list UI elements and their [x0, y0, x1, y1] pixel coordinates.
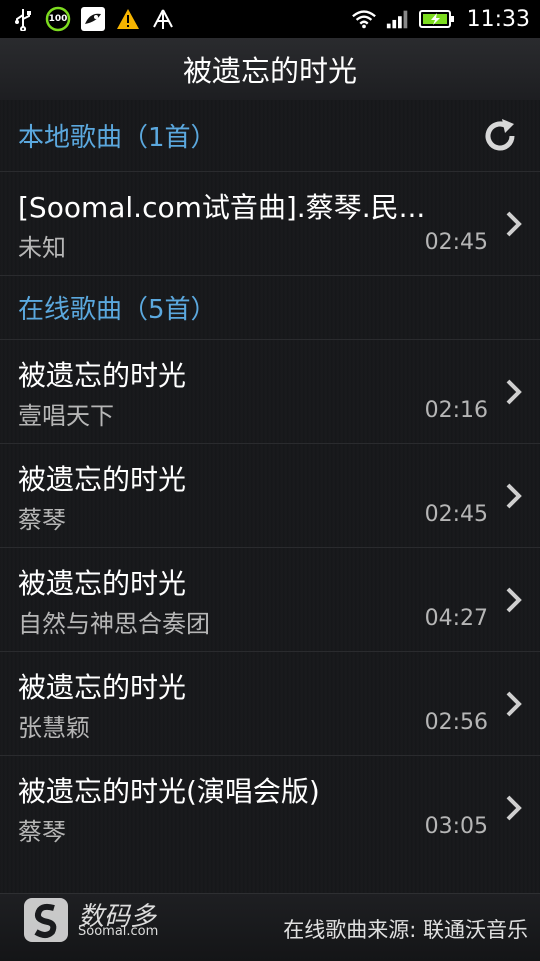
- song-title: 被遗忘的时光(演唱会版): [18, 775, 320, 808]
- music-source-label: 在线歌曲来源: 联通沃音乐: [283, 918, 528, 942]
- song-artist: 蔡琴: [18, 506, 66, 534]
- song-title: 被遗忘的时光: [18, 567, 187, 600]
- app-icon: [80, 6, 106, 32]
- song-title: [Soomal.com试音曲].蔡琴.民...: [18, 191, 426, 224]
- section-count-online: （5首）: [122, 295, 217, 325]
- battery-100-icon: 100: [45, 6, 71, 32]
- refresh-icon: [485, 119, 515, 151]
- battery-charging-icon: [418, 6, 455, 32]
- chevron-right-icon: [502, 688, 526, 720]
- chevron-right-icon: [502, 208, 526, 240]
- status-bar: 100 11:33: [0, 0, 540, 38]
- song-artist: 自然与神思合奏团: [18, 610, 210, 638]
- song-title: 被遗忘的时光: [18, 671, 187, 704]
- song-title: 被遗忘的时光: [18, 359, 187, 392]
- section-count-local: （1首）: [122, 123, 217, 153]
- chevron-right-icon: [502, 376, 526, 408]
- song-duration: 02:45: [424, 230, 488, 255]
- song-duration: 02:45: [424, 502, 488, 527]
- battery-badge: 100: [48, 14, 68, 24]
- antenna-icon: [150, 6, 176, 32]
- signal-icon: [385, 6, 411, 32]
- song-duration: 03:05: [424, 814, 488, 839]
- song-row-online-2[interactable]: 被遗忘的时光 蔡琴 02:45: [0, 444, 540, 548]
- song-artist: 张慧颖: [18, 714, 90, 742]
- song-artist: 未知: [18, 234, 66, 262]
- title-bar: 被遗忘的时光: [0, 38, 540, 101]
- song-artist: 壹唱天下: [18, 402, 114, 430]
- song-list: 本地歌曲 （1首） [Soomal.com试音曲].蔡琴.民... 未知 02:…: [0, 100, 540, 893]
- system-icons: 11:33: [351, 6, 530, 32]
- clock: 11:33: [466, 6, 530, 32]
- usb-icon: [10, 6, 36, 32]
- song-row-online-5[interactable]: 被遗忘的时光(演唱会版) 蔡琴 03:05: [0, 756, 540, 860]
- notification-icons: 100: [10, 6, 176, 32]
- song-duration: 02:56: [424, 710, 488, 735]
- section-header-online: 在线歌曲 （5首）: [0, 276, 540, 340]
- refresh-button[interactable]: [478, 114, 522, 158]
- warning-icon: [115, 6, 141, 32]
- section-title-local: 本地歌曲: [18, 123, 123, 153]
- song-row-online-1[interactable]: 被遗忘的时光 壹唱天下 02:16: [0, 340, 540, 444]
- song-row-local-1[interactable]: [Soomal.com试音曲].蔡琴.民... 未知 02:45: [0, 172, 540, 276]
- section-title-online: 在线歌曲: [18, 295, 123, 325]
- song-artist: 蔡琴: [18, 818, 66, 846]
- chevron-right-icon: [502, 792, 526, 824]
- soomal-logo-icon: [20, 894, 72, 946]
- song-duration: 04:27: [424, 606, 488, 631]
- song-row-online-3[interactable]: 被遗忘的时光 自然与神思合奏团 04:27: [0, 548, 540, 652]
- page-title: 被遗忘的时光: [182, 54, 357, 88]
- chevron-right-icon: [502, 480, 526, 512]
- song-title: 被遗忘的时光: [18, 463, 187, 496]
- watermark-text-en: Soomal.com: [78, 924, 159, 939]
- section-header-local: 本地歌曲 （1首）: [0, 100, 540, 172]
- song-row-online-4[interactable]: 被遗忘的时光 张慧颖 02:56: [0, 652, 540, 756]
- footer: 数码多 Soomal.com 在线歌曲来源: 联通沃音乐: [0, 893, 540, 961]
- song-duration: 02:16: [424, 398, 488, 423]
- chevron-right-icon: [502, 584, 526, 616]
- wifi-icon: [351, 6, 377, 32]
